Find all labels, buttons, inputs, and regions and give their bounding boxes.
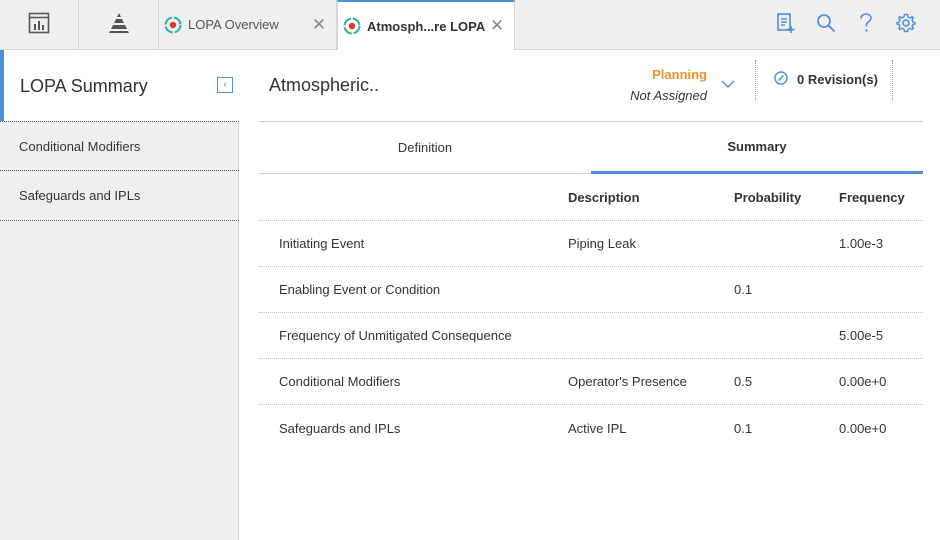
dashboard-icon	[28, 12, 50, 37]
column-header-probability: Probability	[734, 190, 802, 205]
add-document-button[interactable]	[766, 0, 806, 49]
row-frequency: 0.00e+0	[839, 374, 887, 389]
revisions-button[interactable]: 0 Revision(s)	[774, 71, 878, 88]
row-description: Operator's Presence	[568, 374, 687, 389]
lopa-icon	[164, 16, 182, 34]
close-icon[interactable]: ✕	[488, 16, 506, 35]
dashboard-button[interactable]	[0, 0, 79, 49]
row-probability: 0.1	[734, 420, 753, 436]
sidebar-item-label: Safeguards and IPLs	[19, 188, 141, 203]
divider	[755, 60, 756, 100]
pyramid-button[interactable]	[79, 0, 159, 49]
collapse-panel-icon[interactable]: ‹	[217, 77, 233, 93]
divider	[892, 60, 893, 100]
tab-label: Summary	[727, 139, 787, 154]
row-description: Piping Leak	[568, 236, 636, 251]
sidebar-title: LOPA Summary	[20, 76, 148, 96]
tab-label: Definition	[397, 140, 453, 155]
settings-button[interactable]	[886, 0, 926, 49]
tab-lopa-overview[interactable]: LOPA Overview ✕	[159, 0, 337, 49]
row-name: Conditional Modifiers	[279, 374, 401, 389]
state-name: Planning	[652, 67, 707, 82]
lopa-summary-sidebar: LOPA Summary ‹ Conditional Modifiers Saf…	[0, 50, 239, 540]
revision-count: 0 Revision(s)	[797, 72, 878, 87]
row-name: Enabling Event or Condition	[279, 282, 441, 297]
table-header-row: Description Probability Frequency	[259, 175, 923, 221]
tab-summary[interactable]: Summary	[591, 122, 923, 174]
state-indicator[interactable]: Planning Not Assigned	[610, 67, 707, 103]
row-description: Active IPL	[568, 420, 627, 436]
help-button[interactable]	[846, 0, 886, 49]
row-frequency: 1.00e-3	[839, 236, 884, 251]
chevron-down-icon[interactable]	[720, 78, 736, 90]
tab-definition[interactable]: Definition	[259, 122, 591, 174]
pyramid-icon	[107, 12, 131, 37]
revision-icon	[774, 71, 788, 88]
column-header-frequency: Frequency	[839, 190, 905, 205]
tab-label: Atmosph...re LOPA	[367, 18, 486, 34]
tab-atmospheric-lopa[interactable]: Atmosph...re LOPA ✕	[337, 0, 515, 50]
help-icon	[859, 13, 873, 36]
sidebar-header: LOPA Summary ‹	[0, 50, 239, 121]
search-button[interactable]	[806, 0, 846, 49]
row-probability: 0.1	[734, 282, 753, 297]
lopa-icon	[343, 17, 361, 35]
gear-icon	[896, 13, 916, 36]
table-row: Safeguards and IPLs Active IPL 0.1 0.00e…	[259, 405, 923, 451]
table-row: Enabling Event or Condition 0.1	[259, 267, 923, 313]
row-frequency: 5.00e-5	[839, 328, 884, 343]
tab-label: LOPA Overview	[188, 17, 279, 32]
sidebar-item-label: Conditional Modifiers	[19, 138, 141, 154]
sidebar-item-safeguards-and-ipls[interactable]: Safeguards and IPLs	[0, 171, 239, 221]
row-frequency: 0.00e+0	[839, 420, 887, 436]
row-name: Safeguards and IPLs	[279, 420, 401, 436]
summary-table: Description Probability Frequency Initia…	[259, 175, 923, 451]
row-name: Initiating Event	[279, 236, 365, 251]
top-bar: LOPA Overview ✕ Atmosph...re LOPA ✕	[0, 0, 940, 50]
sidebar-item-conditional-modifiers[interactable]: Conditional Modifiers	[0, 121, 239, 171]
table-row: Frequency of Unmitigated Consequence 5.0…	[259, 313, 923, 359]
state-assignee: Not Assigned	[630, 88, 707, 103]
row-probability: 0.5	[734, 374, 753, 389]
row-name: Frequency of Unmitigated Consequence	[279, 328, 512, 343]
close-icon[interactable]: ✕	[310, 15, 328, 34]
table-row: Conditional Modifiers Operator's Presenc…	[259, 359, 923, 405]
toolbar-right	[766, 0, 926, 49]
page-title: Atmospheric..	[269, 75, 380, 95]
column-header-description: Description	[568, 190, 640, 205]
add-document-icon	[776, 12, 796, 37]
table-row: Initiating Event Piping Leak 1.00e-3	[259, 221, 923, 267]
search-icon	[816, 13, 836, 36]
